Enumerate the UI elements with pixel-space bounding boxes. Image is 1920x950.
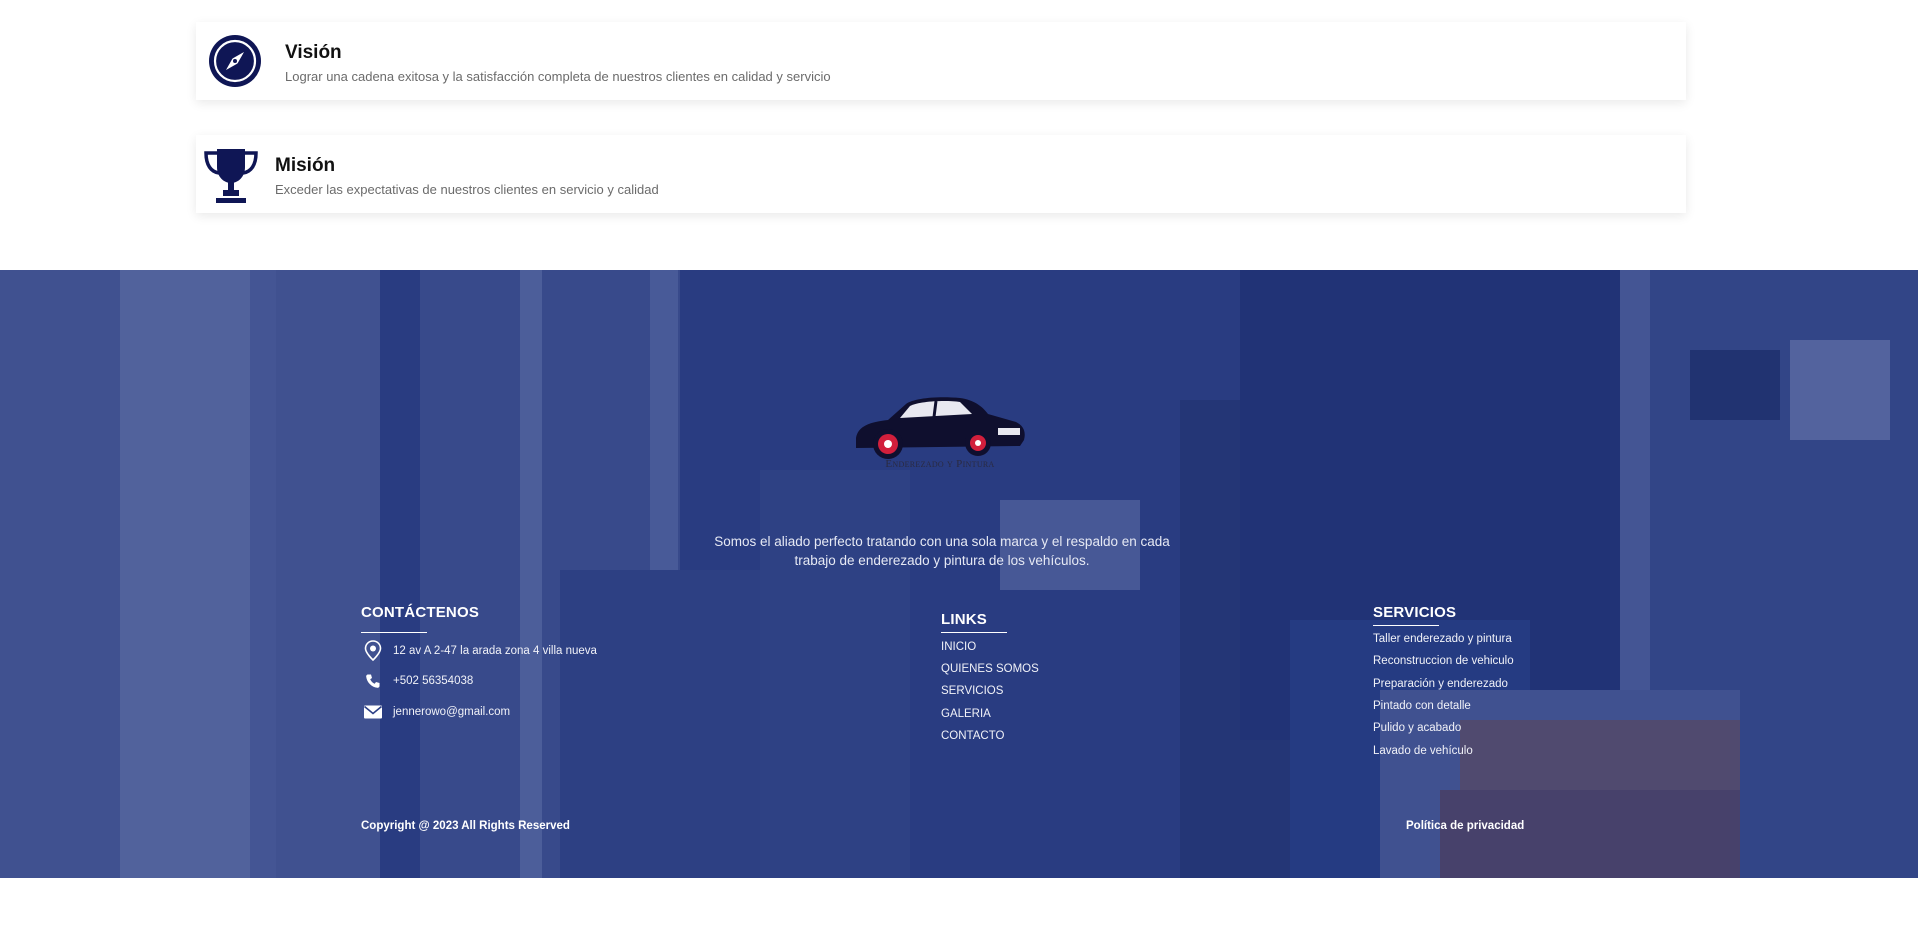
services-title-underline — [1373, 625, 1439, 626]
mail-icon — [361, 704, 385, 720]
footer-link-servicios[interactable]: SERVICIOS — [941, 685, 1003, 697]
location-pin-icon — [361, 640, 385, 662]
links-title: LINKS — [941, 611, 987, 628]
mission-text: Exceder las expectativas de nuestros cli… — [275, 182, 659, 197]
logo-text: Enderezado y Pintura — [885, 458, 995, 470]
footer-about-text: Somos el aliado perfecto tratando con un… — [714, 534, 1170, 568]
links-title-underline — [941, 632, 1007, 633]
site-footer: Enderezado y Pintura Somos el aliado per… — [0, 270, 1918, 878]
vision-card: Visión Lograr una cadena exitosa y la sa… — [196, 22, 1686, 100]
vision-title: Visión — [285, 42, 342, 63]
services-title: SERVICIOS — [1373, 604, 1457, 621]
contact-title: CONTÁCTENOS — [361, 604, 480, 621]
copyright-text: Copyright @ 2023 All Rights Reserved — [361, 820, 570, 832]
contact-phone-text: +502 56354038 — [393, 675, 474, 687]
contact-email: jennerowo@gmail.com — [361, 704, 510, 720]
service-item: Taller enderezado y pintura — [1373, 633, 1512, 645]
service-item: Pulido y acabado — [1373, 722, 1462, 734]
mission-card: Misión Exceder las expectativas de nuest… — [196, 135, 1686, 213]
footer-link-contacto[interactable]: CONTACTO — [941, 730, 1004, 742]
footer-overlay — [0, 270, 1918, 878]
footer-link-quienes-somos[interactable]: QUIENES SOMOS — [941, 663, 1039, 675]
compass-icon — [208, 34, 262, 93]
contact-address-text: 12 av A 2-47 la arada zona 4 villa nueva — [393, 645, 597, 657]
trophy-icon — [202, 147, 260, 210]
contact-phone: +502 56354038 — [361, 673, 473, 689]
mission-title: Misión — [275, 155, 336, 176]
contact-title-underline — [361, 632, 427, 633]
service-item: Reconstruccion de vehiculo — [1373, 655, 1514, 667]
service-item: Lavado de vehículo — [1373, 745, 1473, 757]
privacy-policy-link[interactable]: Política de privacidad — [1406, 820, 1524, 832]
contact-address: 12 av A 2-47 la arada zona 4 villa nueva — [361, 640, 597, 662]
service-item: Pintado con detalle — [1373, 700, 1471, 712]
contact-email-text[interactable]: jennerowo@gmail.com — [393, 706, 510, 718]
phone-icon — [361, 673, 385, 689]
footer-link-inicio[interactable]: INICIO — [941, 641, 976, 653]
footer-link-galeria[interactable]: GALERIA — [941, 708, 991, 720]
vision-text: Lograr una cadena exitosa y la satisfacc… — [285, 69, 831, 84]
page: Visión Lograr una cadena exitosa y la sa… — [0, 0, 1920, 950]
service-item: Preparación y enderezado — [1373, 678, 1508, 690]
